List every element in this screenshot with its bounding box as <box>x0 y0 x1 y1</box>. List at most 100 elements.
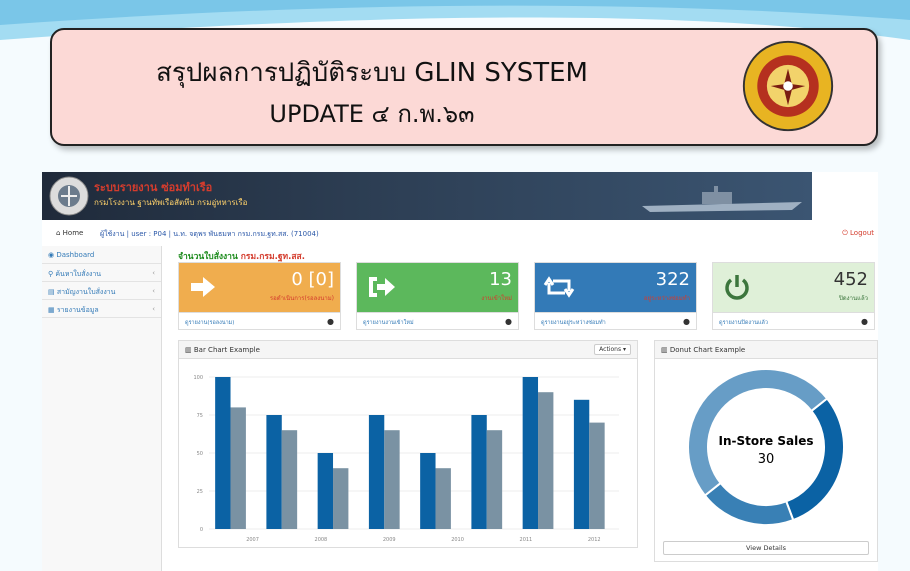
bar <box>281 430 298 529</box>
sign-in-icon <box>191 277 215 297</box>
card-footer-link[interactable]: ดูรายงานปิดงานแล้ว ● <box>713 312 874 330</box>
home-link[interactable]: ⌂ Home <box>56 229 83 237</box>
bar <box>589 422 605 529</box>
user-info: ผู้ใช้งาน | user : P04 | น.ท. จตุพร พันธ… <box>100 230 319 238</box>
x-tick-label: 2012 <box>588 537 601 543</box>
sidebar-item-dashboard[interactable]: ◉ Dashboard <box>42 246 161 264</box>
bar <box>486 430 503 529</box>
top-navigation-bar: ⌂ Home ผู้ใช้งาน | user : P04 | น.ท. จตุ… <box>42 224 878 242</box>
bar <box>522 377 539 529</box>
card-footer-link[interactable]: ดูรายงานอยู่ระหว่างซ่อมทำ ● <box>535 312 696 330</box>
arrow-circle-right-icon: ● <box>505 317 512 326</box>
workorder-count-heading: จำนวนใบสั่งงาน กรม.กรม.ฐท.สส. <box>178 249 305 263</box>
x-tick-label: 2008 <box>315 537 328 543</box>
slide-title-box: สรุปผลการปฏิบัติระบบ GLIN SYSTEM UPDATE … <box>50 28 878 146</box>
bar <box>230 407 246 529</box>
donut-chart: In-Store Sales 30 <box>687 368 845 526</box>
chevron-left-icon: ‹ <box>152 305 155 313</box>
bar <box>266 415 282 529</box>
donut-slice <box>687 368 829 497</box>
card-footer-link[interactable]: ดูรายงานงานเข้าใหม่ ● <box>357 312 518 330</box>
y-tick-label: 25 <box>197 489 203 495</box>
card-footer-label: ดูรายงานงานเข้าใหม่ <box>363 320 414 326</box>
bar <box>471 415 487 529</box>
y-tick-label: 75 <box>197 413 203 419</box>
arrow-circle-right-icon: ● <box>861 317 868 326</box>
card-value: 322 <box>655 269 690 290</box>
card-label: รอดำเนินการ(รอลงนาม) <box>269 295 334 302</box>
card-footer-label: ดูรายงานปิดงานแล้ว <box>719 320 768 326</box>
sidebar-item-report[interactable]: ▦ รายงานข้อมูล ‹ <box>42 300 161 318</box>
bar <box>215 377 231 529</box>
bar <box>435 468 451 529</box>
stat-card-in-progress: 322 อยู่ระหว่างซ่อมทำ ดูรายงานอยู่ระหว่า… <box>534 262 697 330</box>
logout-label: Logout <box>850 229 874 237</box>
x-tick-label: 2011 <box>520 537 533 543</box>
sidebar-item-label: รายงานข้อมูล <box>56 306 99 314</box>
sidebar-menu: ◉ Dashboard ⚲ ค้นหาใบสั่งงาน ‹ ▤ สามัญงา… <box>42 246 162 571</box>
panel-header: ▥ Donut Chart Example <box>655 341 877 359</box>
warship-image-icon <box>642 186 802 212</box>
navy-logo-icon <box>49 176 89 216</box>
stat-card-new: 13 งานเข้าใหม่ ดูรายงานงานเข้าใหม่ ● <box>356 262 519 330</box>
sidebar-item-workorder[interactable]: ▤ สามัญงานใบสั่งงาน ‹ <box>42 282 161 300</box>
app-banner: ระบบรายงาน ซ่อมทำเรือ กรมโรงงาน ฐานทัพเร… <box>42 172 812 220</box>
view-details-button[interactable]: View Details <box>663 541 869 555</box>
banner-subtitle: กรมโรงงาน ฐานทัพเรือสัตหีบ กรมอู่ทหารเรื… <box>94 198 248 207</box>
slide-subtitle: UPDATE ๔ ก.พ.๖๓ <box>269 100 475 128</box>
card-value: 0 [0] <box>291 269 334 290</box>
y-tick-label: 100 <box>193 375 203 381</box>
bar-chart-icon: ▥ <box>185 346 192 354</box>
card-header: 322 อยู่ระหว่างซ่อมทำ <box>535 263 696 312</box>
bar <box>384 430 400 529</box>
card-header: 0 [0] รอดำเนินการ(รอลงนาม) <box>179 263 340 312</box>
home-link-label: Home <box>62 229 84 237</box>
card-label: งานเข้าใหม่ <box>481 295 512 302</box>
card-value: 13 <box>489 269 512 290</box>
panel-title: Donut Chart Example <box>669 346 746 354</box>
bar <box>317 453 334 529</box>
banner-title: ระบบรายงาน ซ่อมทำเรือ <box>94 181 213 194</box>
bar <box>573 399 590 529</box>
x-tick-label: 2007 <box>246 537 259 543</box>
card-header: 452 ปิดงานแล้ว <box>713 263 874 312</box>
card-footer-label: ดูรายงาน(รอลงนาม) <box>185 320 235 326</box>
sign-out-icon <box>369 277 395 297</box>
report-icon: ▦ <box>48 306 55 314</box>
bar-chart-icon: ▥ <box>661 346 668 354</box>
donut-center-value: 30 <box>758 452 775 467</box>
logout-link[interactable]: ⏻ Logout <box>842 229 874 238</box>
bar <box>333 468 349 529</box>
sidebar-item-label: ค้นหาใบสั่งงาน <box>55 270 102 278</box>
dashboard-icon: ◉ <box>48 251 55 259</box>
card-label: อยู่ระหว่างซ่อมทำ <box>643 295 690 302</box>
bar-chart-panel: ▥ Bar Chart Example Actions ▾ 0 25 50 75 100… <box>178 340 638 548</box>
x-tick-label: 2009 <box>383 537 396 543</box>
heading-text: จำนวนใบสั่งงาน <box>178 252 238 262</box>
arrow-circle-right-icon: ● <box>327 317 334 326</box>
donut-center-label: In-Store Sales <box>719 434 814 448</box>
stat-card-pending: 0 [0] รอดำเนินการ(รอลงนาม) ดูรายงาน(รอลง… <box>178 262 341 330</box>
panel-header: ▥ Bar Chart Example Actions ▾ <box>179 341 637 359</box>
donut-slice <box>784 397 845 522</box>
power-icon <box>725 275 749 300</box>
bar <box>420 453 436 529</box>
card-footer-link[interactable]: ดูรายงาน(รอลงนาม) ● <box>179 312 340 330</box>
y-tick-label: 50 <box>197 451 203 457</box>
bar <box>538 392 554 529</box>
x-tick-label: 2010 <box>451 537 464 543</box>
card-footer-label: ดูรายงานอยู่ระหว่างซ่อมทำ <box>541 320 606 326</box>
sidebar-item-search-workorder[interactable]: ⚲ ค้นหาใบสั่งงาน ‹ <box>42 264 161 282</box>
chevron-left-icon: ‹ <box>152 287 155 295</box>
actions-dropdown-button[interactable]: Actions ▾ <box>594 344 631 355</box>
chevron-left-icon: ‹ <box>152 269 155 277</box>
card-label: ปิดงานแล้ว <box>838 295 868 302</box>
bar <box>368 415 385 529</box>
donut-slice <box>703 481 795 526</box>
donut-chart-panel: ▥ Donut Chart Example In-Store Sales 30 V… <box>654 340 878 562</box>
navy-dockyard-emblem-icon <box>742 40 834 132</box>
heading-accent: กรม.กรม.ฐท.สส. <box>240 252 305 262</box>
document-icon: ▤ <box>48 288 55 296</box>
bar-chart: 0 25 50 75 100 2007 2008 2009 2010 2011 2012 <box>193 375 619 543</box>
sidebar-item-label: Dashboard <box>56 251 95 259</box>
